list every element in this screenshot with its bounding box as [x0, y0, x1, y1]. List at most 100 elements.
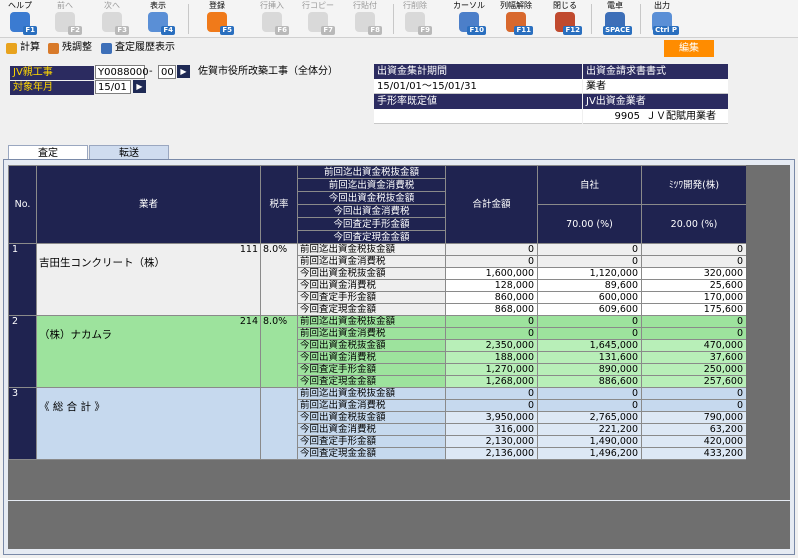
company2-amount-cell[interactable]: 25,600 — [641, 279, 747, 292]
company2-amount-cell[interactable]: 37,600 — [641, 351, 747, 364]
header-company2: ﾐﾂﾜ開発(株) — [641, 165, 747, 205]
total-amount-cell[interactable]: 316,000 — [445, 423, 538, 436]
jv-code-input[interactable]: Y0088000 — [95, 65, 149, 79]
company1-amount-cell[interactable]: 0 — [537, 399, 642, 412]
total-amount-cell[interactable]: 1,268,000 — [445, 375, 538, 388]
company1-amount-cell[interactable]: 0 — [537, 315, 642, 328]
company2-amount-cell[interactable]: 0 — [641, 255, 747, 268]
toolbar-button-f12[interactable]: 閉じる F12 — [548, 1, 582, 37]
tab-transfer[interactable]: 転送 — [89, 145, 169, 160]
tax-rate-cell[interactable]: 8.0% — [260, 315, 298, 388]
tax-rate-cell[interactable]: 8.0% — [260, 243, 298, 316]
toolbar-button-f4[interactable]: 表示 F4 — [141, 1, 175, 37]
total-amount-cell[interactable]: 2,350,000 — [445, 339, 538, 352]
calc-button[interactable]: 計算 — [4, 40, 40, 56]
toolbar-button-f1[interactable]: ヘルプ F1 — [3, 1, 37, 37]
month-lookup-button[interactable]: ▶ — [133, 80, 146, 93]
adjust-button[interactable]: 残調整 — [46, 40, 92, 56]
company2-amount-cell[interactable]: 63,200 — [641, 423, 747, 436]
company2-amount-cell[interactable]: 470,000 — [641, 339, 747, 352]
toolbar-button-label: 行挿入 — [260, 1, 284, 10]
total-amount-cell[interactable]: 0 — [445, 255, 538, 268]
total-amount-cell[interactable]: 0 — [445, 243, 538, 256]
company1-amount-cell[interactable]: 1,645,000 — [537, 339, 642, 352]
jv-lookup-button[interactable]: ▶ — [177, 65, 190, 78]
vendor-name: 吉田生コンクリート（株） — [39, 257, 165, 269]
item-label: 前回迄出資金税抜金額 — [297, 387, 446, 400]
total-amount-cell[interactable]: 860,000 — [445, 291, 538, 304]
total-amount-cell[interactable]: 868,000 — [445, 303, 538, 316]
company1-amount-cell[interactable]: 2,765,000 — [537, 411, 642, 424]
company2-amount-cell[interactable]: 0 — [641, 387, 747, 400]
company1-amount-cell[interactable]: 89,600 — [537, 279, 642, 292]
header-item-2: 前回迄出資金消費税 — [297, 178, 446, 192]
company1-amount-cell[interactable]: 886,600 — [537, 375, 642, 388]
tax-rate-cell[interactable] — [260, 387, 298, 460]
company1-amount-cell[interactable]: 0 — [537, 387, 642, 400]
history-icon — [101, 43, 112, 54]
toolbar-button-f10[interactable]: カーソル F10 — [452, 1, 486, 37]
table-row[interactable]: 2 214 （株）ナカムラ 8.0% 前回迄出資金税抜金額 0 0 0 — [8, 315, 747, 388]
total-amount-cell[interactable]: 0 — [445, 399, 538, 412]
total-amount-cell[interactable]: 0 — [445, 327, 538, 340]
company1-amount-cell[interactable]: 609,600 — [537, 303, 642, 316]
company1-amount-cell[interactable]: 600,000 — [537, 291, 642, 304]
total-amount-cell[interactable]: 2,130,000 — [445, 435, 538, 448]
company2-amount-cell[interactable]: 433,200 — [641, 447, 747, 460]
company1-amount-cell[interactable]: 221,200 — [537, 423, 642, 436]
toolbar-button-f3[interactable]: 次へ F3 — [95, 1, 129, 37]
toolbar-button-label: 出力 — [654, 1, 670, 10]
month-input[interactable]: 15/01 — [95, 80, 131, 94]
total-amount-cell[interactable]: 128,000 — [445, 279, 538, 292]
company1-amount-cell[interactable]: 1,490,000 — [537, 435, 642, 448]
toolbar-button-f5[interactable]: 登録 F5 — [200, 1, 234, 37]
item-label: 今回出資金税抜金額 — [297, 411, 446, 424]
toolbar-button-f9[interactable]: 行削除 F9 — [398, 1, 432, 37]
invoice-label: 出資金請求書書式 — [583, 64, 728, 79]
company2-amount-cell[interactable]: 0 — [641, 399, 747, 412]
toolbar-button-f2[interactable]: 前へ F2 — [48, 1, 82, 37]
total-amount-cell[interactable]: 188,000 — [445, 351, 538, 364]
function-key-badge: Ctrl P — [653, 26, 679, 35]
total-amount-cell[interactable]: 2,136,000 — [445, 447, 538, 460]
company2-amount-cell[interactable]: 320,000 — [641, 267, 747, 280]
total-amount-cell[interactable]: 1,270,000 — [445, 363, 538, 376]
vendor-cell[interactable]: 《 総 合 計 》 — [36, 387, 261, 460]
company1-amount-cell[interactable]: 1,120,000 — [537, 267, 642, 280]
edit-button[interactable]: 編集 — [664, 40, 714, 57]
company2-amount-cell[interactable]: 170,000 — [641, 291, 747, 304]
company1-amount-cell[interactable]: 131,600 — [537, 351, 642, 364]
company2-amount-cell[interactable]: 0 — [641, 327, 747, 340]
company2-amount-cell[interactable]: 0 — [641, 315, 747, 328]
total-amount-cell[interactable]: 0 — [445, 387, 538, 400]
toolbar-button-f7[interactable]: 行コピー F7 — [301, 1, 335, 37]
total-amount-cell[interactable]: 0 — [445, 315, 538, 328]
history-button[interactable]: 査定履歴表示 — [99, 40, 175, 56]
toolbar-button-f8[interactable]: 行貼付 F8 — [348, 1, 382, 37]
table-row[interactable]: 3 《 総 合 計 》前回迄出資金税抜金額 0 0 0 — [8, 387, 747, 460]
company1-amount-cell[interactable]: 890,000 — [537, 363, 642, 376]
toolbar-button-f6[interactable]: 行挿入 F6 — [255, 1, 289, 37]
vendor-cell[interactable]: 214 （株）ナカムラ — [36, 315, 261, 388]
company2-amount-cell[interactable]: 420,000 — [641, 435, 747, 448]
toolbar-button-ctrl-p[interactable]: 出力 Ctrl P — [645, 1, 679, 37]
toolbar-button-f11[interactable]: 列幅解除 F11 — [499, 1, 533, 37]
toolbar-button-space[interactable]: 電卓 SPACE — [598, 1, 632, 37]
company2-amount-cell[interactable]: 250,000 — [641, 363, 747, 376]
company1-amount-cell[interactable]: 0 — [537, 327, 642, 340]
adjust-icon — [48, 43, 59, 54]
table-row[interactable]: 1 111 吉田生コンクリート（株） 8.0% 前回迄出資金税抜金額 0 0 0 — [8, 243, 747, 316]
company2-amount-cell[interactable]: 175,600 — [641, 303, 747, 316]
total-amount-cell[interactable]: 3,950,000 — [445, 411, 538, 424]
company1-amount-cell[interactable]: 0 — [537, 255, 642, 268]
toolbar-button-label: ヘルプ — [8, 1, 32, 10]
company1-amount-cell[interactable]: 1,496,200 — [537, 447, 642, 460]
company1-amount-cell[interactable]: 0 — [537, 243, 642, 256]
vendor-cell[interactable]: 111 吉田生コンクリート（株） — [36, 243, 261, 316]
total-amount-cell[interactable]: 1,600,000 — [445, 267, 538, 280]
company2-amount-cell[interactable]: 257,600 — [641, 375, 747, 388]
tab-assessment[interactable]: 査定 — [8, 145, 88, 160]
jv-branch-input[interactable]: 00 — [158, 65, 176, 79]
company2-amount-cell[interactable]: 790,000 — [641, 411, 747, 424]
company2-amount-cell[interactable]: 0 — [641, 243, 747, 256]
